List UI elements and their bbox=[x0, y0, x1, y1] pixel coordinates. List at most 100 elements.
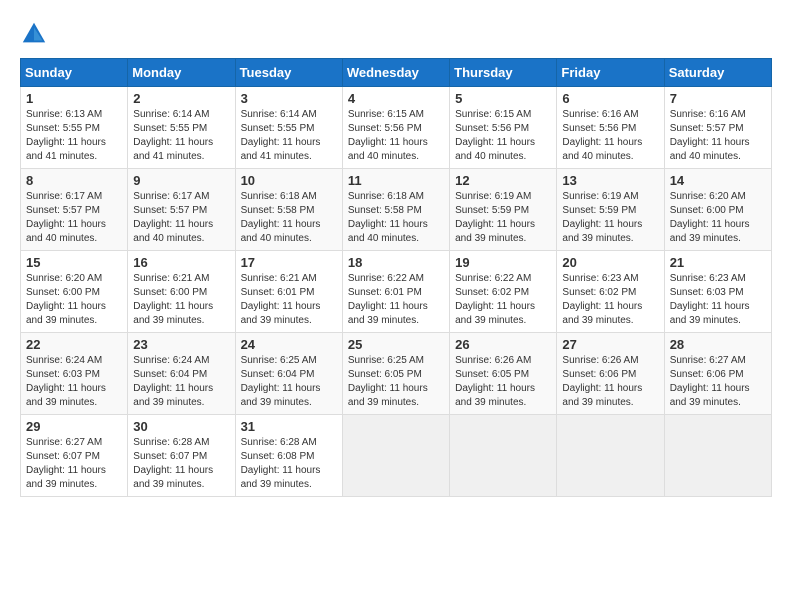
day-number: 31 bbox=[241, 419, 337, 434]
day-number: 22 bbox=[26, 337, 122, 352]
calendar-cell bbox=[342, 415, 449, 497]
day-number: 25 bbox=[348, 337, 444, 352]
calendar-cell: 7 Sunrise: 6:16 AMSunset: 5:57 PMDayligh… bbox=[664, 87, 771, 169]
day-info: Sunrise: 6:22 AMSunset: 6:02 PMDaylight:… bbox=[455, 273, 535, 326]
day-number: 26 bbox=[455, 337, 551, 352]
calendar-cell: 25 Sunrise: 6:25 AMSunset: 6:05 PMDaylig… bbox=[342, 333, 449, 415]
day-info: Sunrise: 6:19 AMSunset: 5:59 PMDaylight:… bbox=[455, 191, 535, 244]
calendar-cell: 15 Sunrise: 6:20 AMSunset: 6:00 PMDaylig… bbox=[21, 251, 128, 333]
day-number: 30 bbox=[133, 419, 229, 434]
calendar-cell: 24 Sunrise: 6:25 AMSunset: 6:04 PMDaylig… bbox=[235, 333, 342, 415]
page-header bbox=[20, 20, 772, 48]
calendar-cell: 12 Sunrise: 6:19 AMSunset: 5:59 PMDaylig… bbox=[450, 169, 557, 251]
day-info: Sunrise: 6:24 AMSunset: 6:03 PMDaylight:… bbox=[26, 355, 106, 408]
calendar-cell: 13 Sunrise: 6:19 AMSunset: 5:59 PMDaylig… bbox=[557, 169, 664, 251]
calendar-cell: 23 Sunrise: 6:24 AMSunset: 6:04 PMDaylig… bbox=[128, 333, 235, 415]
calendar-cell: 17 Sunrise: 6:21 AMSunset: 6:01 PMDaylig… bbox=[235, 251, 342, 333]
day-info: Sunrise: 6:17 AMSunset: 5:57 PMDaylight:… bbox=[133, 191, 213, 244]
calendar-cell: 4 Sunrise: 6:15 AMSunset: 5:56 PMDayligh… bbox=[342, 87, 449, 169]
day-info: Sunrise: 6:16 AMSunset: 5:57 PMDaylight:… bbox=[670, 109, 750, 162]
calendar-cell bbox=[664, 415, 771, 497]
day-info: Sunrise: 6:16 AMSunset: 5:56 PMDaylight:… bbox=[562, 109, 642, 162]
calendar-cell: 20 Sunrise: 6:23 AMSunset: 6:02 PMDaylig… bbox=[557, 251, 664, 333]
day-number: 18 bbox=[348, 255, 444, 270]
day-info: Sunrise: 6:23 AMSunset: 6:03 PMDaylight:… bbox=[670, 273, 750, 326]
day-info: Sunrise: 6:21 AMSunset: 6:01 PMDaylight:… bbox=[241, 273, 321, 326]
day-number: 15 bbox=[26, 255, 122, 270]
day-number: 21 bbox=[670, 255, 766, 270]
calendar-cell bbox=[557, 415, 664, 497]
day-info: Sunrise: 6:22 AMSunset: 6:01 PMDaylight:… bbox=[348, 273, 428, 326]
week-row-2: 8 Sunrise: 6:17 AMSunset: 5:57 PMDayligh… bbox=[21, 169, 772, 251]
week-row-3: 15 Sunrise: 6:20 AMSunset: 6:00 PMDaylig… bbox=[21, 251, 772, 333]
day-info: Sunrise: 6:18 AMSunset: 5:58 PMDaylight:… bbox=[348, 191, 428, 244]
col-header-friday: Friday bbox=[557, 59, 664, 87]
col-header-wednesday: Wednesday bbox=[342, 59, 449, 87]
calendar-cell: 30 Sunrise: 6:28 AMSunset: 6:07 PMDaylig… bbox=[128, 415, 235, 497]
calendar-cell: 29 Sunrise: 6:27 AMSunset: 6:07 PMDaylig… bbox=[21, 415, 128, 497]
week-row-1: 1 Sunrise: 6:13 AMSunset: 5:55 PMDayligh… bbox=[21, 87, 772, 169]
calendar-cell: 5 Sunrise: 6:15 AMSunset: 5:56 PMDayligh… bbox=[450, 87, 557, 169]
calendar-cell: 14 Sunrise: 6:20 AMSunset: 6:00 PMDaylig… bbox=[664, 169, 771, 251]
calendar-cell: 22 Sunrise: 6:24 AMSunset: 6:03 PMDaylig… bbox=[21, 333, 128, 415]
day-number: 4 bbox=[348, 91, 444, 106]
day-number: 20 bbox=[562, 255, 658, 270]
day-info: Sunrise: 6:19 AMSunset: 5:59 PMDaylight:… bbox=[562, 191, 642, 244]
day-info: Sunrise: 6:20 AMSunset: 6:00 PMDaylight:… bbox=[670, 191, 750, 244]
day-number: 7 bbox=[670, 91, 766, 106]
day-info: Sunrise: 6:14 AMSunset: 5:55 PMDaylight:… bbox=[241, 109, 321, 162]
day-number: 6 bbox=[562, 91, 658, 106]
logo-icon bbox=[20, 20, 48, 48]
day-info: Sunrise: 6:28 AMSunset: 6:07 PMDaylight:… bbox=[133, 437, 213, 490]
day-info: Sunrise: 6:26 AMSunset: 6:05 PMDaylight:… bbox=[455, 355, 535, 408]
week-row-4: 22 Sunrise: 6:24 AMSunset: 6:03 PMDaylig… bbox=[21, 333, 772, 415]
day-number: 13 bbox=[562, 173, 658, 188]
day-number: 12 bbox=[455, 173, 551, 188]
calendar-cell: 11 Sunrise: 6:18 AMSunset: 5:58 PMDaylig… bbox=[342, 169, 449, 251]
day-number: 17 bbox=[241, 255, 337, 270]
day-number: 10 bbox=[241, 173, 337, 188]
calendar-cell: 6 Sunrise: 6:16 AMSunset: 5:56 PMDayligh… bbox=[557, 87, 664, 169]
col-header-tuesday: Tuesday bbox=[235, 59, 342, 87]
day-number: 11 bbox=[348, 173, 444, 188]
calendar-cell: 31 Sunrise: 6:28 AMSunset: 6:08 PMDaylig… bbox=[235, 415, 342, 497]
calendar-cell: 19 Sunrise: 6:22 AMSunset: 6:02 PMDaylig… bbox=[450, 251, 557, 333]
day-info: Sunrise: 6:27 AMSunset: 6:06 PMDaylight:… bbox=[670, 355, 750, 408]
day-info: Sunrise: 6:27 AMSunset: 6:07 PMDaylight:… bbox=[26, 437, 106, 490]
col-header-monday: Monday bbox=[128, 59, 235, 87]
day-info: Sunrise: 6:17 AMSunset: 5:57 PMDaylight:… bbox=[26, 191, 106, 244]
day-number: 24 bbox=[241, 337, 337, 352]
day-info: Sunrise: 6:13 AMSunset: 5:55 PMDaylight:… bbox=[26, 109, 106, 162]
calendar-cell: 26 Sunrise: 6:26 AMSunset: 6:05 PMDaylig… bbox=[450, 333, 557, 415]
calendar-cell: 27 Sunrise: 6:26 AMSunset: 6:06 PMDaylig… bbox=[557, 333, 664, 415]
calendar-cell: 28 Sunrise: 6:27 AMSunset: 6:06 PMDaylig… bbox=[664, 333, 771, 415]
calendar-cell: 2 Sunrise: 6:14 AMSunset: 5:55 PMDayligh… bbox=[128, 87, 235, 169]
day-number: 9 bbox=[133, 173, 229, 188]
calendar-cell: 18 Sunrise: 6:22 AMSunset: 6:01 PMDaylig… bbox=[342, 251, 449, 333]
day-info: Sunrise: 6:25 AMSunset: 6:04 PMDaylight:… bbox=[241, 355, 321, 408]
day-info: Sunrise: 6:26 AMSunset: 6:06 PMDaylight:… bbox=[562, 355, 642, 408]
day-number: 1 bbox=[26, 91, 122, 106]
col-header-saturday: Saturday bbox=[664, 59, 771, 87]
day-info: Sunrise: 6:14 AMSunset: 5:55 PMDaylight:… bbox=[133, 109, 213, 162]
day-info: Sunrise: 6:25 AMSunset: 6:05 PMDaylight:… bbox=[348, 355, 428, 408]
day-info: Sunrise: 6:24 AMSunset: 6:04 PMDaylight:… bbox=[133, 355, 213, 408]
header-row: SundayMondayTuesdayWednesdayThursdayFrid… bbox=[21, 59, 772, 87]
day-number: 2 bbox=[133, 91, 229, 106]
day-number: 8 bbox=[26, 173, 122, 188]
calendar-cell: 8 Sunrise: 6:17 AMSunset: 5:57 PMDayligh… bbox=[21, 169, 128, 251]
day-number: 5 bbox=[455, 91, 551, 106]
col-header-sunday: Sunday bbox=[21, 59, 128, 87]
day-number: 28 bbox=[670, 337, 766, 352]
day-number: 14 bbox=[670, 173, 766, 188]
day-info: Sunrise: 6:28 AMSunset: 6:08 PMDaylight:… bbox=[241, 437, 321, 490]
day-info: Sunrise: 6:15 AMSunset: 5:56 PMDaylight:… bbox=[348, 109, 428, 162]
calendar-cell bbox=[450, 415, 557, 497]
calendar-cell: 3 Sunrise: 6:14 AMSunset: 5:55 PMDayligh… bbox=[235, 87, 342, 169]
day-info: Sunrise: 6:20 AMSunset: 6:00 PMDaylight:… bbox=[26, 273, 106, 326]
day-number: 27 bbox=[562, 337, 658, 352]
day-number: 16 bbox=[133, 255, 229, 270]
calendar-cell: 9 Sunrise: 6:17 AMSunset: 5:57 PMDayligh… bbox=[128, 169, 235, 251]
day-number: 19 bbox=[455, 255, 551, 270]
day-number: 3 bbox=[241, 91, 337, 106]
